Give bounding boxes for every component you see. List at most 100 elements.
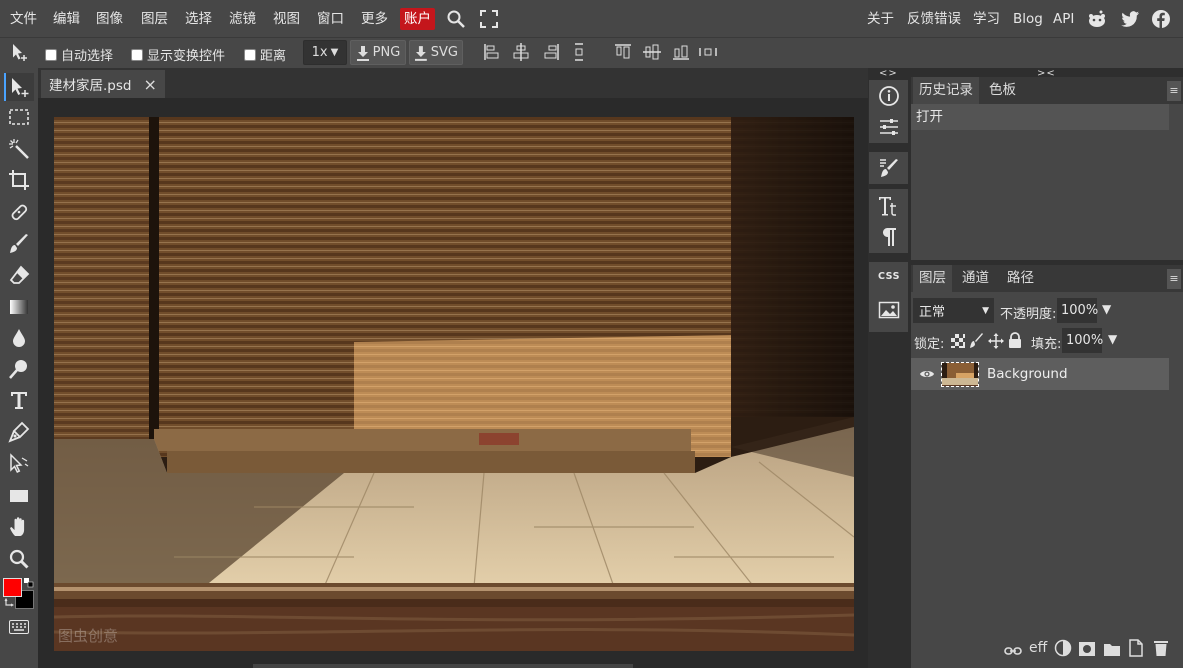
distribute-horizontal-icon[interactable]	[698, 42, 718, 62]
menu-edit[interactable]: 编辑	[50, 9, 83, 29]
menu-layer[interactable]: 图层	[138, 9, 171, 29]
blend-mode-select[interactable]: 正常 ▼	[913, 298, 994, 323]
eraser-tool[interactable]	[4, 261, 34, 289]
collapse-toggle[interactable]: <>	[879, 68, 898, 79]
fill-label: 填充:	[1031, 337, 1062, 352]
layer-effects-button[interactable]: eff	[1029, 638, 1047, 658]
document-area: 建材家居.psd × 图虫创意	[38, 68, 868, 668]
fullscreen-icon[interactable]	[479, 9, 499, 29]
align-right-icon[interactable]	[541, 42, 561, 62]
checkbox-box[interactable]	[244, 48, 256, 61]
text-tool[interactable]	[4, 386, 34, 414]
paragraph-icon[interactable]	[877, 225, 901, 249]
menu-select[interactable]: 选择	[182, 9, 215, 29]
distribute-vertical-icon[interactable]	[569, 42, 589, 62]
lock-transparency-icon[interactable]	[951, 334, 965, 348]
lock-position-icon[interactable]	[988, 333, 1004, 349]
checkbox-box[interactable]	[131, 48, 143, 61]
tab-swatches[interactable]: 色板	[983, 77, 1022, 104]
fill-input[interactable]: 100%	[1062, 328, 1103, 353]
css-icon[interactable]: CSS	[878, 271, 900, 282]
delete-layer-icon[interactable]	[1153, 638, 1169, 658]
path-select-tool[interactable]	[4, 450, 34, 478]
layer-row[interactable]: Background	[911, 358, 1169, 390]
tab-channels[interactable]: 通道	[956, 265, 995, 292]
align-bottom-icon[interactable]	[671, 42, 691, 62]
align-vcenter-icon[interactable]	[642, 42, 662, 62]
menu-window[interactable]: 窗口	[314, 9, 347, 29]
healing-tool[interactable]	[4, 198, 34, 226]
tab-history[interactable]: 历史记录	[913, 77, 979, 104]
blur-tool[interactable]	[4, 324, 34, 352]
twitter-icon[interactable]	[1120, 9, 1140, 29]
dodge-tool[interactable]	[4, 355, 34, 383]
close-tab-icon[interactable]: ×	[143, 75, 156, 94]
facebook-icon[interactable]	[1151, 9, 1171, 29]
auto-select-checkbox[interactable]: 自动选择	[45, 45, 113, 64]
zoom-icon	[9, 549, 29, 569]
info-icon[interactable]	[877, 84, 901, 108]
layers-panel-menu-icon[interactable]: ≡	[1167, 269, 1181, 289]
download-icon	[356, 45, 369, 61]
show-transform-checkbox[interactable]: 显示变换控件	[131, 45, 225, 64]
align-top-icon[interactable]	[613, 42, 633, 62]
adjustment-layer-icon[interactable]	[1054, 638, 1072, 658]
menu-image[interactable]: 图像	[93, 9, 126, 29]
crop-tool[interactable]	[4, 166, 34, 194]
eye-icon[interactable]	[919, 366, 935, 382]
menu-filter[interactable]: 滤镜	[226, 9, 259, 29]
reddit-icon[interactable]	[1087, 9, 1107, 29]
pen-tool[interactable]	[4, 418, 34, 446]
menu-view[interactable]: 视图	[270, 9, 303, 29]
gradient-tool[interactable]	[4, 293, 34, 321]
export-svg-button[interactable]: SVG	[409, 40, 463, 65]
reset-colors-icon[interactable]	[4, 598, 14, 608]
hand-tool[interactable]	[4, 513, 34, 541]
swap-colors-icon[interactable]	[24, 578, 34, 588]
move-tool[interactable]	[4, 73, 34, 101]
align-left-icon[interactable]	[482, 42, 502, 62]
menu-about[interactable]: 关于	[864, 9, 897, 29]
adjustments-icon[interactable]	[877, 115, 901, 139]
keyboard-icon[interactable]	[9, 620, 29, 634]
link-layers-icon[interactable]	[1004, 641, 1022, 661]
rectangle-tool[interactable]	[4, 482, 34, 510]
fill-dropdown-icon[interactable]: ▼	[1108, 332, 1117, 346]
brush-tool[interactable]	[4, 230, 34, 258]
brush-settings-icon[interactable]	[877, 156, 901, 180]
history-item[interactable]: 打开	[911, 104, 1169, 130]
tab-layers[interactable]: 图层	[913, 265, 952, 292]
lock-all-icon[interactable]	[1008, 332, 1022, 349]
menu-file[interactable]: 文件	[7, 9, 40, 29]
zoom-tool[interactable]	[4, 545, 34, 573]
character-icon[interactable]	[877, 194, 901, 218]
search-icon[interactable]	[446, 9, 466, 29]
magic-wand-tool[interactable]	[4, 135, 34, 163]
zoom-select[interactable]: 1x ▼	[303, 40, 347, 65]
menu-blog[interactable]: Blog	[1010, 9, 1046, 29]
opacity-input[interactable]: 100%	[1057, 298, 1098, 323]
history-panel-menu-icon[interactable]: ≡	[1167, 81, 1181, 101]
checkbox-box[interactable]	[45, 48, 57, 61]
menu-learn[interactable]: 学习	[970, 9, 1003, 29]
marquee-tool[interactable]	[4, 103, 34, 131]
new-group-icon[interactable]	[1103, 639, 1121, 659]
new-layer-icon[interactable]	[1128, 638, 1144, 658]
menu-more[interactable]: 更多	[358, 9, 391, 29]
opacity-dropdown-icon[interactable]: ▼	[1102, 302, 1111, 316]
document-tab[interactable]: 建材家居.psd ×	[41, 70, 165, 98]
image-icon[interactable]	[877, 298, 901, 322]
lock-pixels-icon[interactable]	[970, 333, 984, 349]
horizontal-scrollbar[interactable]	[253, 664, 633, 668]
layer-mask-icon[interactable]	[1078, 639, 1096, 659]
image-canvas[interactable]: 图虫创意	[54, 117, 854, 651]
menu-report-bug[interactable]: 反馈错误	[904, 9, 964, 29]
foreground-color-swatch[interactable]	[3, 578, 22, 597]
menu-api[interactable]: API	[1050, 9, 1077, 29]
distance-checkbox[interactable]: 距离	[244, 45, 286, 64]
tab-paths[interactable]: 路径	[1001, 265, 1040, 292]
export-png-button[interactable]: PNG	[350, 40, 406, 65]
account-button[interactable]: 账户	[400, 8, 435, 30]
align-hcenter-icon[interactable]	[511, 42, 531, 62]
auto-select-label: 自动选择	[61, 49, 114, 64]
